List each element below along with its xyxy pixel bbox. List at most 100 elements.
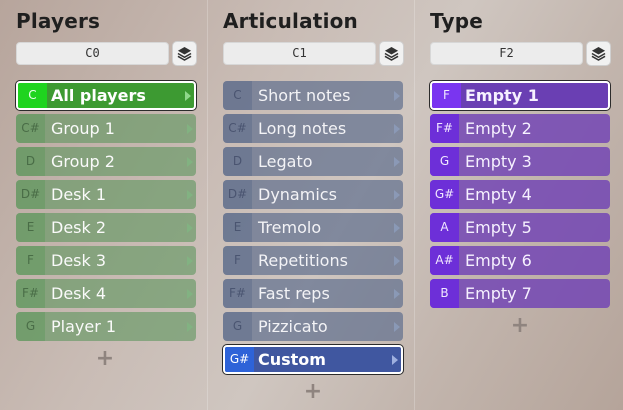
type-key-field[interactable]: F2 — [430, 42, 583, 65]
item-label: Desk 4 — [51, 284, 107, 303]
articulation-list-item[interactable]: G# Custom — [223, 345, 403, 374]
note-key-badge: A — [430, 213, 459, 242]
chevron-right-icon — [394, 289, 400, 299]
players-list-item[interactable]: C# Group 1 — [16, 114, 196, 143]
chevron-right-icon — [187, 256, 193, 266]
players-list: C All players C# Group 1 D Group 2 D# Desk 1 E De… — [16, 81, 196, 345]
note-key-badge: F# — [223, 279, 252, 308]
item-label: Desk 3 — [51, 251, 107, 270]
chevron-right-icon — [394, 190, 400, 200]
players-list-item[interactable]: C All players — [16, 81, 196, 110]
players-list-item[interactable]: F# Desk 4 — [16, 279, 196, 308]
item-label: Empty 5 — [465, 218, 532, 237]
note-key-badge: C# — [223, 114, 252, 143]
chevron-right-icon — [394, 322, 400, 332]
chevron-right-icon — [394, 124, 400, 134]
articulation-list: C Short notes C# Long notes D Legato D# Dynamic… — [223, 81, 403, 378]
articulation-list-item[interactable]: F Repetitions — [223, 246, 403, 275]
chevron-right-icon — [394, 223, 400, 233]
item-label: Repetitions — [258, 251, 348, 270]
type-list-item[interactable]: A Empty 5 — [430, 213, 610, 242]
players-key-field[interactable]: C0 — [16, 42, 169, 65]
note-key-badge: F# — [16, 279, 45, 308]
note-key-badge: C# — [16, 114, 45, 143]
note-key-badge: G# — [225, 347, 254, 372]
players-add-button[interactable]: + — [95, 348, 115, 370]
type-list-item[interactable]: B Empty 7 — [430, 279, 610, 308]
item-label: Short notes — [258, 86, 351, 105]
articulation-list-item[interactable]: E Tremolo — [223, 213, 403, 242]
layers-icon — [384, 46, 399, 61]
chevron-right-icon — [187, 124, 193, 134]
note-key-badge: E — [16, 213, 45, 242]
item-label: Dynamics — [258, 185, 337, 204]
type-list-item[interactable]: A# Empty 6 — [430, 246, 610, 275]
note-key-badge: C — [18, 83, 47, 108]
chevron-right-icon — [392, 355, 398, 365]
item-label: Empty 6 — [465, 251, 532, 270]
note-key-badge: D# — [223, 180, 252, 209]
articulation-title: Articulation — [223, 9, 358, 33]
item-label: Empty 3 — [465, 152, 532, 171]
item-label: Empty 2 — [465, 119, 532, 138]
chevron-right-icon — [187, 157, 193, 167]
articulation-list-item[interactable]: C# Long notes — [223, 114, 403, 143]
type-layers-button[interactable] — [586, 41, 611, 66]
item-label: Fast reps — [258, 284, 330, 303]
note-key-badge: F — [432, 83, 461, 108]
item-label: Empty 7 — [465, 284, 532, 303]
articulation-column: Articulation C1 C Short notes C# Long notes… — [207, 0, 413, 410]
note-key-badge: F# — [430, 114, 459, 143]
item-label: Group 1 — [51, 119, 115, 138]
note-key-badge: D — [16, 147, 45, 176]
players-list-item[interactable]: D Group 2 — [16, 147, 196, 176]
type-list: F Empty 1 F# Empty 2 G Empty 3 G# Empty 4 A Empty… — [430, 81, 610, 312]
chevron-right-icon — [187, 289, 193, 299]
chevron-right-icon — [394, 256, 400, 266]
chevron-right-icon — [187, 223, 193, 233]
item-label: Pizzicato — [258, 317, 328, 336]
articulation-list-item[interactable]: D Legato — [223, 147, 403, 176]
item-label: Tremolo — [258, 218, 322, 237]
item-label: Long notes — [258, 119, 347, 138]
layers-icon — [177, 46, 192, 61]
note-key-badge: F — [223, 246, 252, 275]
players-title: Players — [16, 9, 101, 33]
item-label: Legato — [258, 152, 313, 171]
item-label: Desk 2 — [51, 218, 107, 237]
players-list-item[interactable]: E Desk 2 — [16, 213, 196, 242]
note-key-badge: C — [223, 81, 252, 110]
chevron-right-icon — [187, 190, 193, 200]
players-column: Players C0 C All players C# Group 1 D Group 2… — [0, 0, 206, 410]
type-add-button[interactable]: + — [510, 315, 530, 337]
layers-icon — [591, 46, 606, 61]
players-list-item[interactable]: F Desk 3 — [16, 246, 196, 275]
note-key-badge: D — [223, 147, 252, 176]
articulation-add-button[interactable]: + — [303, 381, 323, 403]
players-layers-button[interactable] — [172, 41, 197, 66]
articulation-list-item[interactable]: G Pizzicato — [223, 312, 403, 341]
note-key-badge: G# — [430, 180, 459, 209]
note-key-badge: A# — [430, 246, 459, 275]
type-list-item[interactable]: F# Empty 2 — [430, 114, 610, 143]
note-key-badge: G — [223, 312, 252, 341]
item-label: Player 1 — [51, 317, 117, 336]
type-list-item[interactable]: G# Empty 4 — [430, 180, 610, 209]
item-label: Custom — [258, 350, 326, 369]
item-label: Empty 4 — [465, 185, 532, 204]
articulation-key-field[interactable]: C1 — [223, 42, 376, 65]
players-list-item[interactable]: D# Desk 1 — [16, 180, 196, 209]
articulation-list-item[interactable]: F# Fast reps — [223, 279, 403, 308]
note-key-badge: D# — [16, 180, 45, 209]
note-key-badge: B — [430, 279, 459, 308]
chevron-right-icon — [394, 157, 400, 167]
type-list-item[interactable]: F Empty 1 — [430, 81, 610, 110]
type-list-item[interactable]: G Empty 3 — [430, 147, 610, 176]
chevron-right-icon — [187, 322, 193, 332]
item-label: Desk 1 — [51, 185, 107, 204]
chevron-right-icon — [185, 91, 191, 101]
articulation-list-item[interactable]: D# Dynamics — [223, 180, 403, 209]
articulation-layers-button[interactable] — [379, 41, 404, 66]
players-list-item[interactable]: G Player 1 — [16, 312, 196, 341]
articulation-list-item[interactable]: C Short notes — [223, 81, 403, 110]
